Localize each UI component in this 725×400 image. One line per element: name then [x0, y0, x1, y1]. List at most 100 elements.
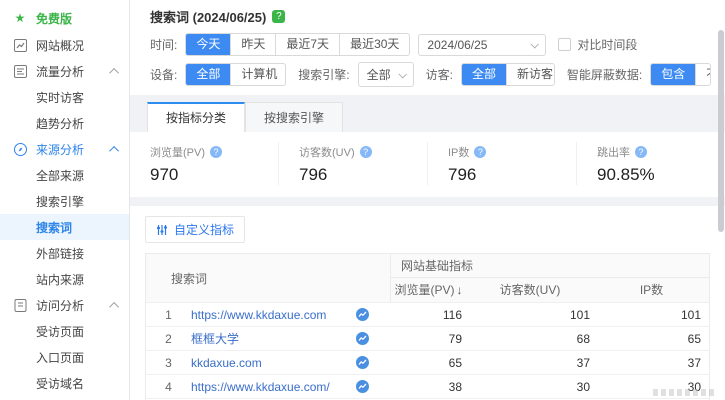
time-option-last30days[interactable]: 最近30天 — [340, 34, 409, 55]
sidebar-item-label: 站内来源 — [36, 271, 84, 288]
search-term-link[interactable]: kkdaxue.com — [191, 356, 356, 370]
sidebar-item-internal-sources[interactable]: 站内来源 — [0, 266, 129, 292]
metric-value: 796 — [448, 165, 576, 185]
shield-filter-label: 智能屏蔽数据: — [567, 66, 642, 83]
chevron-up-icon — [109, 145, 119, 155]
column-header-label: 浏览量(PV) — [394, 283, 454, 297]
column-header-label: 访客数(UV) — [500, 283, 561, 297]
time-range-segmented: 今天 昨天 最近7天 最近30天 — [185, 33, 410, 56]
trend-chart-icon[interactable] — [356, 380, 369, 393]
sidebar-item-site-overview[interactable]: 网站概况 — [0, 32, 129, 58]
compass-icon — [13, 142, 27, 156]
compare-period-label: 对比时间段 — [577, 36, 637, 53]
device-option-all[interactable]: 全部 — [186, 64, 231, 85]
tab-by-metric[interactable]: 按指标分类 — [147, 102, 245, 132]
sidebar-item-label: 流量分析 — [36, 63, 84, 80]
time-option-last7days[interactable]: 最近7天 — [276, 34, 340, 55]
sidebar-item-label: 外部链接 — [36, 245, 84, 262]
engine-select[interactable]: 全部 — [358, 62, 414, 87]
trend-chart-icon[interactable] — [356, 356, 369, 369]
metric-value: 796 — [299, 165, 427, 185]
metric-card-uv: 访客数(UV)? 796 — [278, 142, 427, 185]
trend-chart-icon[interactable] — [356, 308, 369, 321]
metric-label: 跳出率 — [597, 144, 630, 160]
chevron-up-icon — [109, 301, 119, 311]
device-segmented: 全部 计算机 移动设备 — [185, 63, 286, 86]
sidebar-item-label: 网站概况 — [36, 37, 84, 54]
metric-card-bounce-rate: 跳出率? 90.85% — [576, 142, 725, 185]
sidebar-item-page-flow[interactable]: 页面上下游 — [0, 396, 129, 400]
row-index: 2 — [146, 332, 191, 346]
sidebar-item-visited-domains[interactable]: 受访域名 — [0, 370, 129, 396]
table-row: 4 https://www.kkdaxue.com/ 38 30 30 — [146, 374, 709, 398]
cell-ip: 101 — [594, 308, 709, 322]
shield-segmented: 包含 不包含 — [650, 63, 711, 86]
sidebar-item-traffic-analysis[interactable]: 流量分析 — [0, 58, 129, 84]
page-header: 搜索词 (2024/06/25) ? 时间: 今天 昨天 最近7天 最近30天 … — [130, 0, 725, 95]
sidebar-item-visit-analysis[interactable]: 访问分析 — [0, 292, 129, 318]
sidebar-item-realtime-visitors[interactable]: 实时访客 — [0, 84, 129, 110]
table-panel: 自定义指标 搜索词 网站基础指标 浏览量(PV)↓ 访客数(UV) IP数 — [130, 206, 725, 400]
compare-period-checkbox[interactable] — [558, 38, 571, 51]
cell-uv: 37 — [466, 356, 594, 370]
visitor-option-all[interactable]: 全部 — [462, 64, 507, 85]
app-window: ★ 免费版 网站概况 流量分析 实时访客 趋势分析 来源分析 全部来源 搜索引 — [0, 0, 725, 400]
info-icon[interactable]: ? — [360, 146, 372, 158]
secondary-filter-row: 设备: 全部 计算机 移动设备 搜索引擎: 全部 访客: 全部 新访客 老访客 … — [150, 62, 711, 87]
cell-uv: 30 — [466, 380, 594, 394]
device-filter-label: 设备: — [150, 66, 177, 83]
sidebar-item-search-engines[interactable]: 搜索引擎 — [0, 188, 129, 214]
column-group-header: 网站基础指标 — [391, 254, 709, 278]
search-terms-table: 搜索词 网站基础指标 浏览量(PV)↓ 访客数(UV) IP数 1 — [145, 253, 710, 400]
trend-chart-icon[interactable] — [356, 332, 369, 345]
metric-card-pv: 浏览量(PV)? 970 — [130, 142, 278, 185]
info-icon[interactable]: ? — [474, 146, 486, 158]
date-picker[interactable]: 2024/06/25 — [418, 34, 546, 56]
sidebar-item-entry-pages[interactable]: 入口页面 — [0, 344, 129, 370]
custom-metrics-button[interactable]: 自定义指标 — [145, 216, 245, 243]
shield-option-exclude[interactable]: 不包含 — [696, 64, 711, 85]
metric-value: 970 — [150, 165, 278, 185]
visitor-filter-label: 访客: — [426, 66, 453, 83]
metric-card-ip: IP数? 796 — [427, 142, 576, 185]
sidebar-item-external-links[interactable]: 外部链接 — [0, 240, 129, 266]
sidebar: ★ 免费版 网站概况 流量分析 实时访客 趋势分析 来源分析 全部来源 搜索引 — [0, 0, 130, 400]
sidebar-item-label: 趋势分析 — [36, 115, 84, 132]
info-icon[interactable]: ? — [635, 146, 647, 158]
search-term-link[interactable]: 框框大学 — [191, 330, 356, 347]
column-header-pv[interactable]: 浏览量(PV)↓ — [391, 278, 466, 302]
sort-desc-icon[interactable]: ↓ — [457, 283, 463, 297]
device-option-pc[interactable]: 计算机 — [231, 64, 286, 85]
search-term-link[interactable]: https://www.kkdaxue.com — [191, 308, 356, 322]
tab-by-search-engine[interactable]: 按搜索引擎 — [245, 102, 343, 132]
time-option-yesterday[interactable]: 昨天 — [231, 34, 276, 55]
table-row: 1 https://www.kkdaxue.com 116 101 101 — [146, 302, 709, 326]
metric-summary: 浏览量(PV)? 970 访客数(UV)? 796 IP数? 796 跳出率? … — [130, 132, 725, 197]
sidebar-item-source-analysis[interactable]: 来源分析 — [0, 136, 129, 162]
compare-period-control[interactable]: 对比时间段 — [558, 36, 637, 53]
help-icon[interactable]: ? — [272, 10, 285, 23]
sidebar-item-visited-pages[interactable]: 受访页面 — [0, 318, 129, 344]
shield-option-include[interactable]: 包含 — [651, 64, 696, 85]
sidebar-item-search-terms[interactable]: 搜索词 — [0, 214, 129, 240]
view-tabs: 按指标分类 按搜索引擎 — [130, 102, 725, 132]
version-badge: 免费版 — [36, 10, 72, 27]
info-icon[interactable]: ? — [210, 146, 222, 158]
engine-select-value: 全部 — [367, 66, 391, 83]
cell-ip: 65 — [594, 332, 709, 346]
date-picker-value: 2024/06/25 — [427, 38, 487, 52]
cell-pv: 79 — [391, 332, 466, 346]
sidebar-item-label: 实时访客 — [36, 89, 84, 106]
column-header-ip: IP数 — [594, 278, 709, 302]
table-row: 3 kkdaxue.com 65 37 37 — [146, 350, 709, 374]
chevron-down-icon — [531, 40, 539, 48]
visitor-option-new[interactable]: 新访客 — [507, 64, 555, 85]
vertical-scrollbar-thumb[interactable] — [718, 30, 724, 232]
sidebar-item-free-version[interactable]: ★ 免费版 — [0, 4, 129, 32]
sidebar-item-all-sources[interactable]: 全部来源 — [0, 162, 129, 188]
time-option-today[interactable]: 今天 — [186, 34, 231, 55]
sidebar-item-trend-analysis[interactable]: 趋势分析 — [0, 110, 129, 136]
sidebar-item-label: 搜索引擎 — [36, 193, 84, 210]
search-term-link[interactable]: https://www.kkdaxue.com/ — [191, 380, 356, 394]
cell-uv: 101 — [466, 308, 594, 322]
